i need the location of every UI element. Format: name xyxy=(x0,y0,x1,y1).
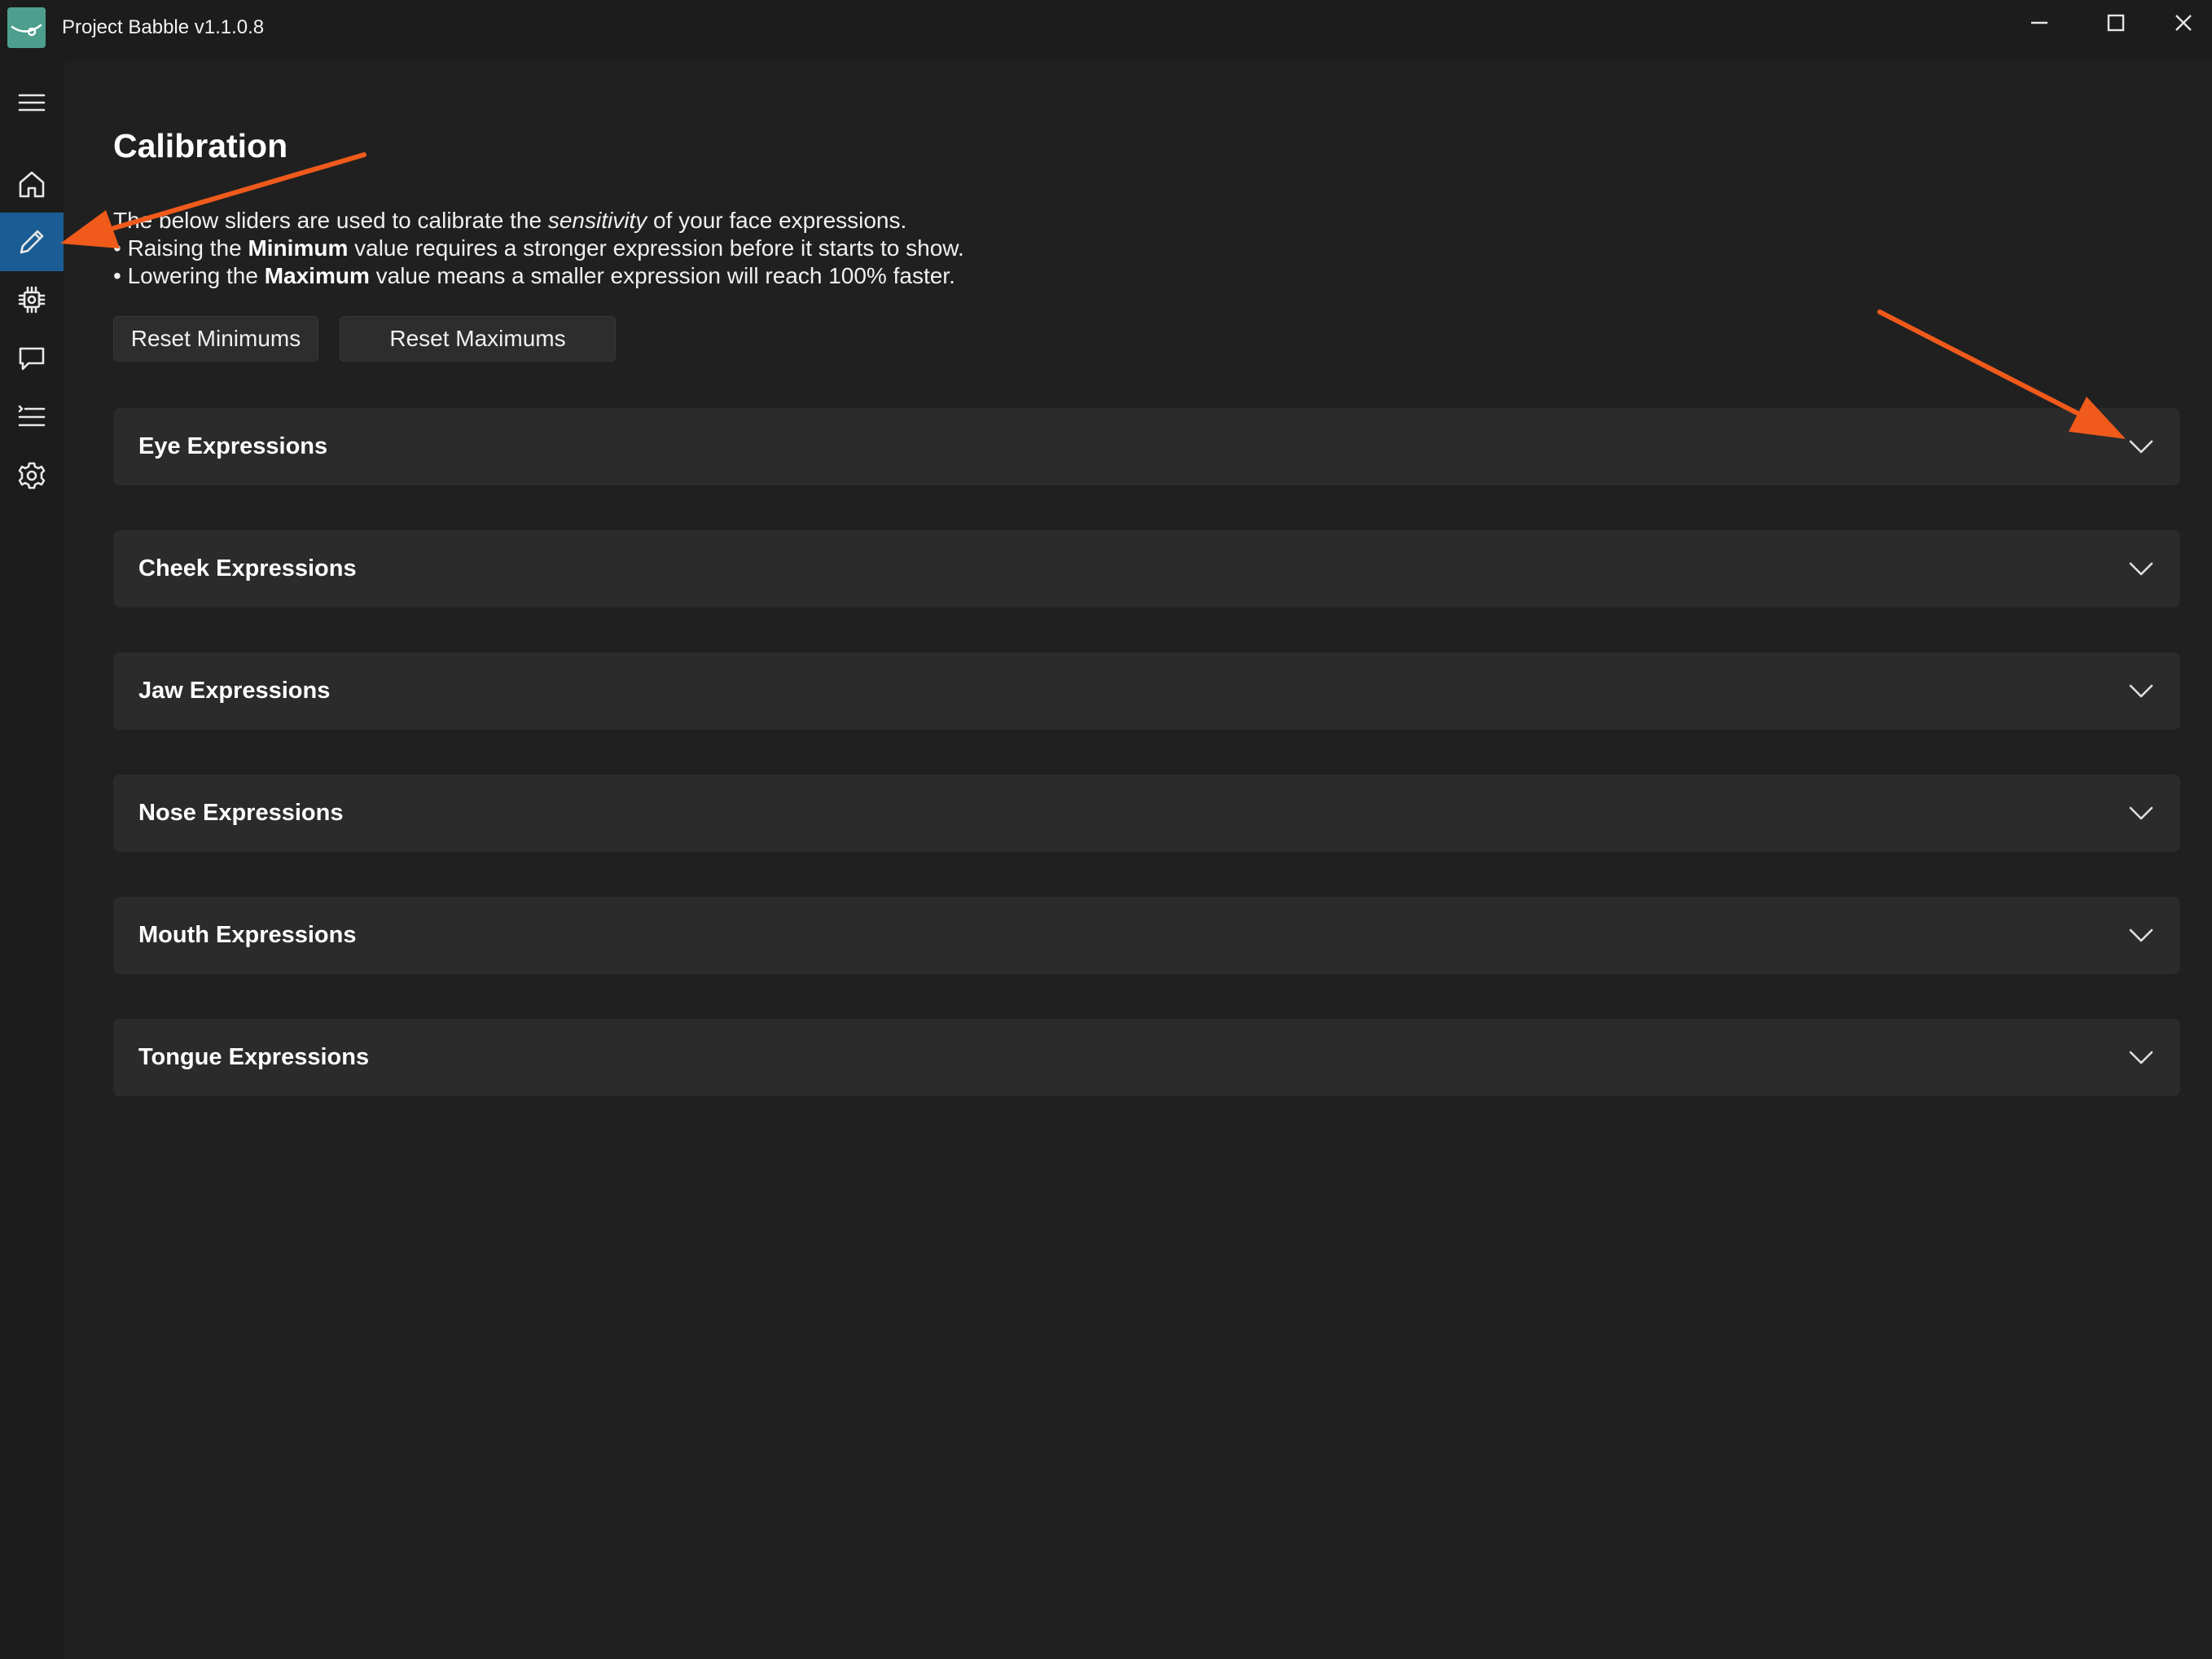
section-tongue-expressions[interactable]: Tongue Expressions xyxy=(113,1019,2180,1096)
close-button[interactable] xyxy=(2155,0,2212,46)
reset-maximums-button[interactable]: Reset Maximums xyxy=(340,316,616,362)
close-icon xyxy=(2175,15,2192,31)
section-jaw-expressions[interactable]: Jaw Expressions xyxy=(113,652,2180,730)
description-emphasis: sensitivity xyxy=(547,208,647,233)
reset-minimums-button[interactable]: Reset Minimums xyxy=(113,316,318,362)
minimize-icon xyxy=(2031,21,2047,24)
maximize-icon xyxy=(2107,14,2125,32)
chevron-down-icon[interactable] xyxy=(2128,557,2154,580)
section-label: Eye Expressions xyxy=(138,433,328,459)
app-window: Project Babble v1.1.0.8 Calibration The … xyxy=(0,0,2212,1659)
list-icon xyxy=(18,405,46,427)
gear-icon xyxy=(18,462,46,489)
sidebar xyxy=(0,60,64,1659)
description-bold: Maximum xyxy=(264,263,370,288)
home-icon xyxy=(19,171,45,198)
pencil-icon xyxy=(20,230,44,254)
chip-icon xyxy=(18,286,46,314)
description-bold: Minimum xyxy=(248,235,349,261)
maximize-button[interactable] xyxy=(2078,0,2153,46)
sidebar-item-home[interactable] xyxy=(0,155,64,213)
section-nose-expressions[interactable]: Nose Expressions xyxy=(113,775,2180,852)
chevron-down-icon[interactable] xyxy=(2128,1046,2154,1069)
description-line-3: • Lowering the Maximum value means a sma… xyxy=(113,262,1335,290)
section-label: Mouth Expressions xyxy=(138,922,357,948)
title-bar: Project Babble v1.1.0.8 xyxy=(0,0,2212,60)
section-label: Jaw Expressions xyxy=(138,678,331,704)
chat-bubble-icon xyxy=(19,347,45,371)
hamburger-menu-icon xyxy=(18,94,46,112)
section-label: Cheek Expressions xyxy=(138,555,357,582)
main-content: Calibration The below sliders are used t… xyxy=(64,60,2212,1659)
sidebar-item-calibration[interactable] xyxy=(0,213,64,271)
chevron-down-icon[interactable] xyxy=(2128,435,2154,458)
description-line-2: • Raising the Minimum value requires a s… xyxy=(113,235,1335,262)
section-cheek-expressions[interactable]: Cheek Expressions xyxy=(113,530,2180,608)
sidebar-menu-toggle[interactable] xyxy=(0,73,64,132)
chevron-down-icon[interactable] xyxy=(2128,801,2154,824)
sidebar-item-settings[interactable] xyxy=(0,446,64,505)
description-text: value means a smaller expression will re… xyxy=(369,263,955,288)
app-logo-icon xyxy=(7,7,46,48)
section-label: Tongue Expressions xyxy=(138,1044,370,1070)
description-text: • Raising the xyxy=(113,235,248,261)
section-eye-expressions[interactable]: Eye Expressions xyxy=(113,408,2180,485)
description-line-1: The below sliders are used to calibrate … xyxy=(113,207,1335,235)
page-title: Calibration xyxy=(113,127,288,165)
description-text: The below sliders are used to calibrate … xyxy=(113,208,548,233)
sidebar-item-algorithm[interactable] xyxy=(0,270,64,329)
window-title: Project Babble v1.1.0.8 xyxy=(62,16,265,38)
sidebar-item-chat[interactable] xyxy=(0,329,64,388)
section-label: Nose Expressions xyxy=(138,800,344,826)
chevron-down-icon[interactable] xyxy=(2128,679,2154,702)
sidebar-item-logs[interactable] xyxy=(0,388,64,446)
description-text: value requires a stronger expression bef… xyxy=(348,235,964,261)
section-mouth-expressions[interactable]: Mouth Expressions xyxy=(113,897,2180,974)
chevron-down-icon[interactable] xyxy=(2128,924,2154,946)
description-text: • Lowering the xyxy=(113,263,265,288)
minimize-button[interactable] xyxy=(2002,0,2077,46)
description-text: of your face expressions. xyxy=(647,208,907,233)
calibration-description: The below sliders are used to calibrate … xyxy=(113,207,1335,290)
